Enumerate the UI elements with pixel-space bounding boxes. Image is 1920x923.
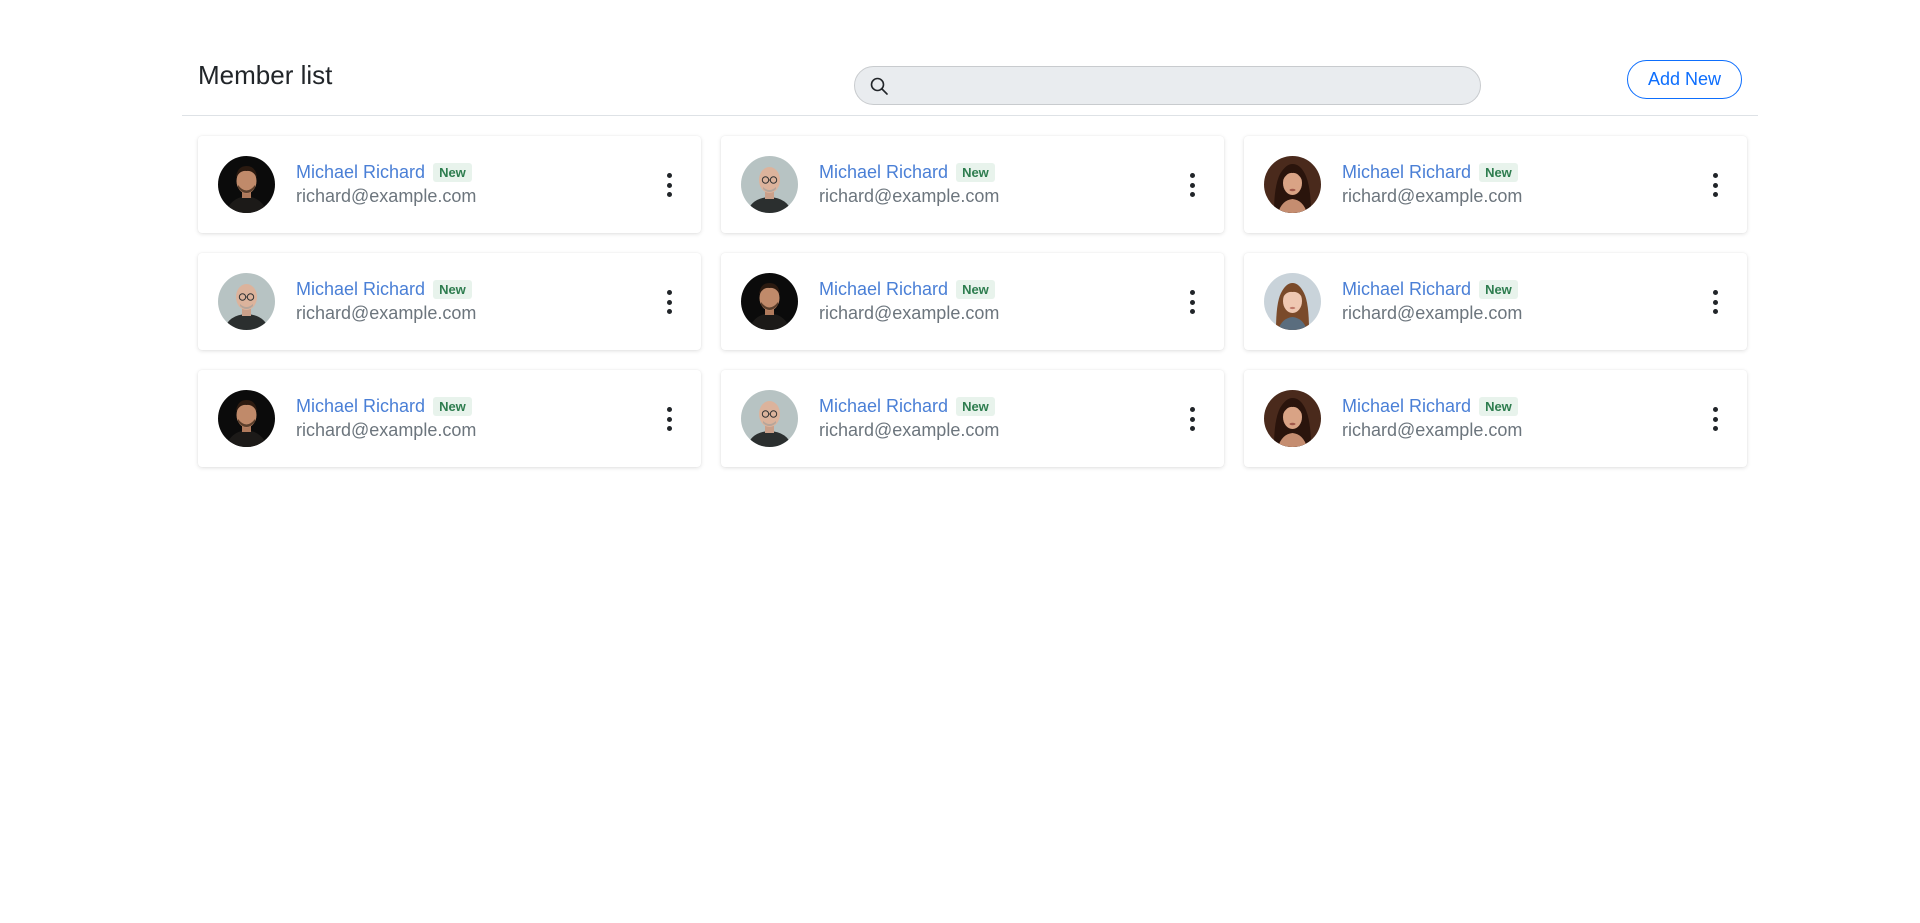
- name-line: Michael Richard New: [296, 277, 476, 301]
- member-info: Michael Richard New richard@example.com: [819, 160, 999, 207]
- name-line: Michael Richard New: [819, 277, 999, 301]
- member-email: richard@example.com: [819, 420, 1000, 440]
- name-line: Michael Richard New: [296, 394, 476, 418]
- member-name-link[interactable]: Michael Richard: [819, 162, 948, 183]
- name-line: Michael Richard New: [296, 160, 476, 184]
- avatar[interactable]: [741, 156, 798, 213]
- more-options-icon[interactable]: [659, 287, 679, 317]
- member-info: Michael Richard New richard@example.com: [296, 394, 476, 441]
- status-badge: New: [433, 396, 472, 416]
- name-line: Michael Richard New: [819, 160, 999, 184]
- member-email: richard@example.com: [1342, 186, 1523, 206]
- name-line: Michael Richard New: [819, 394, 999, 418]
- status-badge: New: [1479, 279, 1518, 299]
- member-name-link[interactable]: Michael Richard: [1342, 279, 1471, 300]
- status-badge: New: [1479, 162, 1518, 182]
- member-email: richard@example.com: [1342, 303, 1523, 323]
- page-header: Member list Add New: [182, 40, 1758, 116]
- status-badge: New: [956, 162, 995, 182]
- status-badge: New: [956, 396, 995, 416]
- avatar[interactable]: [741, 273, 798, 330]
- search-input[interactable]: [899, 67, 1469, 104]
- member-name-link[interactable]: Michael Richard: [296, 279, 425, 300]
- member-name-link[interactable]: Michael Richard: [296, 396, 425, 417]
- add-new-button[interactable]: Add New: [1626, 60, 1742, 99]
- member-name-link[interactable]: Michael Richard: [819, 396, 948, 417]
- search-bar[interactable]: [854, 66, 1481, 105]
- status-badge: New: [1479, 396, 1518, 416]
- member-name-link[interactable]: Michael Richard: [1342, 162, 1471, 183]
- avatar[interactable]: [1264, 273, 1321, 330]
- more-options-icon[interactable]: [1705, 404, 1725, 434]
- name-line: Michael Richard New: [1342, 394, 1522, 418]
- more-options-icon[interactable]: [659, 170, 679, 200]
- member-email: richard@example.com: [1342, 420, 1523, 440]
- member-email: richard@example.com: [819, 303, 1000, 323]
- member-email: richard@example.com: [296, 303, 477, 323]
- member-card: Michael Richard New richard@example.com: [198, 136, 701, 233]
- member-list-container: Member list Add New Michael Richard New …: [182, 40, 1758, 467]
- status-badge: New: [433, 162, 472, 182]
- member-info: Michael Richard New richard@example.com: [819, 394, 999, 441]
- member-card: Michael Richard New richard@example.com: [198, 253, 701, 350]
- member-card: Michael Richard New richard@example.com: [1244, 370, 1747, 467]
- member-card: Michael Richard New richard@example.com: [1244, 136, 1747, 233]
- more-options-icon[interactable]: [659, 404, 679, 434]
- avatar[interactable]: [1264, 390, 1321, 447]
- name-line: Michael Richard New: [1342, 160, 1522, 184]
- member-info: Michael Richard New richard@example.com: [1342, 160, 1522, 207]
- member-info: Michael Richard New richard@example.com: [296, 160, 476, 207]
- name-line: Michael Richard New: [1342, 277, 1522, 301]
- avatar[interactable]: [218, 273, 275, 330]
- member-name-link[interactable]: Michael Richard: [1342, 396, 1471, 417]
- avatar[interactable]: [741, 390, 798, 447]
- member-card: Michael Richard New richard@example.com: [721, 136, 1224, 233]
- search-icon: [870, 77, 888, 95]
- avatar[interactable]: [218, 156, 275, 213]
- more-options-icon[interactable]: [1182, 404, 1202, 434]
- member-name-link[interactable]: Michael Richard: [296, 162, 425, 183]
- member-name-link[interactable]: Michael Richard: [819, 279, 948, 300]
- member-card: Michael Richard New richard@example.com: [721, 253, 1224, 350]
- member-card: Michael Richard New richard@example.com: [198, 370, 701, 467]
- member-card: Michael Richard New richard@example.com: [1244, 253, 1747, 350]
- member-grid: Michael Richard New richard@example.com …: [182, 116, 1758, 467]
- more-options-icon[interactable]: [1705, 287, 1725, 317]
- status-badge: New: [433, 279, 472, 299]
- member-info: Michael Richard New richard@example.com: [296, 277, 476, 324]
- member-card: Michael Richard New richard@example.com: [721, 370, 1224, 467]
- avatar[interactable]: [1264, 156, 1321, 213]
- member-email: richard@example.com: [296, 186, 477, 206]
- more-options-icon[interactable]: [1182, 170, 1202, 200]
- more-options-icon[interactable]: [1182, 287, 1202, 317]
- member-email: richard@example.com: [819, 186, 1000, 206]
- page-title: Member list: [198, 60, 333, 90]
- member-info: Michael Richard New richard@example.com: [1342, 394, 1522, 441]
- avatar[interactable]: [218, 390, 275, 447]
- status-badge: New: [956, 279, 995, 299]
- member-email: richard@example.com: [296, 420, 477, 440]
- more-options-icon[interactable]: [1705, 170, 1725, 200]
- member-info: Michael Richard New richard@example.com: [1342, 277, 1522, 324]
- member-info: Michael Richard New richard@example.com: [819, 277, 999, 324]
